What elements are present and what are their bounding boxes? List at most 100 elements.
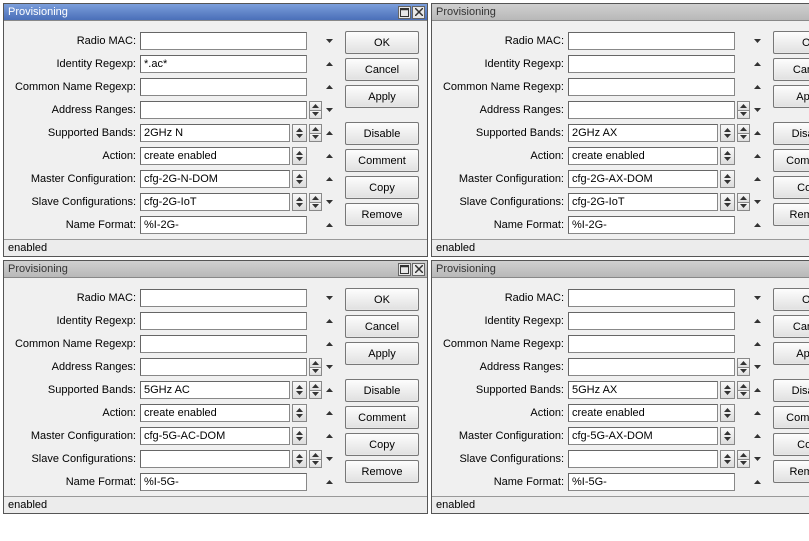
- master_config-toggle[interactable]: [324, 174, 335, 185]
- address_ranges-input[interactable]: [140, 358, 307, 376]
- identity_regexp-toggle[interactable]: [324, 59, 335, 70]
- action-dropdown[interactable]: [292, 147, 307, 165]
- action-input[interactable]: [568, 147, 718, 165]
- slave_config-spinner[interactable]: [309, 193, 322, 211]
- titlebar[interactable]: Provisioning: [432, 261, 809, 278]
- supported_bands-spinner[interactable]: [737, 381, 750, 399]
- copy-button[interactable]: Copy: [773, 176, 809, 199]
- action-toggle[interactable]: [752, 408, 763, 419]
- apply-button[interactable]: Apply: [345, 342, 419, 365]
- supported_bands-spinner[interactable]: [309, 381, 322, 399]
- remove-button[interactable]: Remove: [773, 460, 809, 483]
- name_format-toggle[interactable]: [752, 477, 763, 488]
- supported_bands-toggle[interactable]: [752, 128, 763, 139]
- name_format-input[interactable]: [140, 216, 307, 234]
- disable-button[interactable]: Disable: [345, 122, 419, 145]
- master_config-input[interactable]: [568, 170, 718, 188]
- name_format-input[interactable]: [140, 473, 307, 491]
- cancel-button[interactable]: Cancel: [345, 315, 419, 338]
- master_config-dropdown[interactable]: [720, 170, 735, 188]
- identity_regexp-toggle[interactable]: [324, 316, 335, 327]
- close-icon[interactable]: [412, 6, 425, 19]
- action-input[interactable]: [140, 404, 290, 422]
- radio_mac-toggle[interactable]: [752, 293, 763, 304]
- copy-button[interactable]: Copy: [345, 433, 419, 456]
- action-dropdown[interactable]: [720, 404, 735, 422]
- apply-button[interactable]: Apply: [345, 85, 419, 108]
- remove-button[interactable]: Remove: [345, 203, 419, 226]
- common_name_regexp-toggle[interactable]: [752, 82, 763, 93]
- action-dropdown[interactable]: [720, 147, 735, 165]
- slave_config-dropdown[interactable]: [720, 450, 735, 468]
- slave_config-input[interactable]: [140, 450, 290, 468]
- address_ranges-toggle[interactable]: [324, 362, 335, 373]
- close-icon[interactable]: [412, 263, 425, 276]
- radio_mac-toggle[interactable]: [324, 293, 335, 304]
- slave_config-input[interactable]: [568, 450, 718, 468]
- titlebar[interactable]: Provisioning: [4, 261, 427, 278]
- cancel-button[interactable]: Cancel: [773, 58, 809, 81]
- common_name_regexp-toggle[interactable]: [324, 339, 335, 350]
- slave_config-toggle[interactable]: [752, 197, 763, 208]
- name_format-toggle[interactable]: [324, 220, 335, 231]
- master_config-toggle[interactable]: [324, 431, 335, 442]
- name_format-toggle[interactable]: [752, 220, 763, 231]
- comment-button[interactable]: Comment: [773, 406, 809, 429]
- slave_config-input[interactable]: [568, 193, 718, 211]
- name_format-input[interactable]: [568, 473, 735, 491]
- copy-button[interactable]: Copy: [773, 433, 809, 456]
- master_config-toggle[interactable]: [752, 174, 763, 185]
- slave_config-toggle[interactable]: [324, 454, 335, 465]
- ok-button[interactable]: OK: [345, 31, 419, 54]
- ok-button[interactable]: OK: [345, 288, 419, 311]
- master_config-input[interactable]: [140, 170, 290, 188]
- remove-button[interactable]: Remove: [345, 460, 419, 483]
- master_config-dropdown[interactable]: [292, 427, 307, 445]
- radio_mac-input[interactable]: [140, 32, 307, 50]
- comment-button[interactable]: Comment: [345, 406, 419, 429]
- master_config-input[interactable]: [568, 427, 718, 445]
- apply-button[interactable]: Apply: [773, 342, 809, 365]
- disable-button[interactable]: Disable: [345, 379, 419, 402]
- slave_config-dropdown[interactable]: [720, 193, 735, 211]
- address_ranges-spinner[interactable]: [737, 101, 750, 119]
- action-toggle[interactable]: [324, 151, 335, 162]
- address_ranges-toggle[interactable]: [324, 105, 335, 116]
- slave_config-dropdown[interactable]: [292, 193, 307, 211]
- identity_regexp-input[interactable]: [568, 55, 735, 73]
- address_ranges-input[interactable]: [568, 358, 735, 376]
- address_ranges-spinner[interactable]: [737, 358, 750, 376]
- remove-button[interactable]: Remove: [773, 203, 809, 226]
- supported_bands-input[interactable]: [140, 381, 290, 399]
- supported_bands-spinner[interactable]: [309, 124, 322, 142]
- identity_regexp-toggle[interactable]: [752, 59, 763, 70]
- address_ranges-spinner[interactable]: [309, 358, 322, 376]
- maximize-icon[interactable]: [398, 6, 411, 19]
- identity_regexp-input[interactable]: [140, 312, 307, 330]
- supported_bands-input[interactable]: [568, 381, 718, 399]
- identity_regexp-toggle[interactable]: [752, 316, 763, 327]
- name_format-input[interactable]: [568, 216, 735, 234]
- slave_config-spinner[interactable]: [737, 450, 750, 468]
- radio_mac-toggle[interactable]: [752, 36, 763, 47]
- slave_config-dropdown[interactable]: [292, 450, 307, 468]
- cancel-button[interactable]: Cancel: [773, 315, 809, 338]
- ok-button[interactable]: OK: [773, 31, 809, 54]
- copy-button[interactable]: Copy: [345, 176, 419, 199]
- disable-button[interactable]: Disable: [773, 122, 809, 145]
- common_name_regexp-input[interactable]: [568, 78, 735, 96]
- name_format-toggle[interactable]: [324, 477, 335, 488]
- identity_regexp-input[interactable]: [140, 55, 307, 73]
- common_name_regexp-toggle[interactable]: [752, 339, 763, 350]
- master_config-toggle[interactable]: [752, 431, 763, 442]
- radio_mac-toggle[interactable]: [324, 36, 335, 47]
- supported_bands-toggle[interactable]: [324, 385, 335, 396]
- supported_bands-input[interactable]: [568, 124, 718, 142]
- common_name_regexp-toggle[interactable]: [324, 82, 335, 93]
- master_config-dropdown[interactable]: [720, 427, 735, 445]
- action-toggle[interactable]: [752, 151, 763, 162]
- address_ranges-toggle[interactable]: [752, 362, 763, 373]
- slave_config-spinner[interactable]: [309, 450, 322, 468]
- maximize-icon[interactable]: [398, 263, 411, 276]
- address_ranges-spinner[interactable]: [309, 101, 322, 119]
